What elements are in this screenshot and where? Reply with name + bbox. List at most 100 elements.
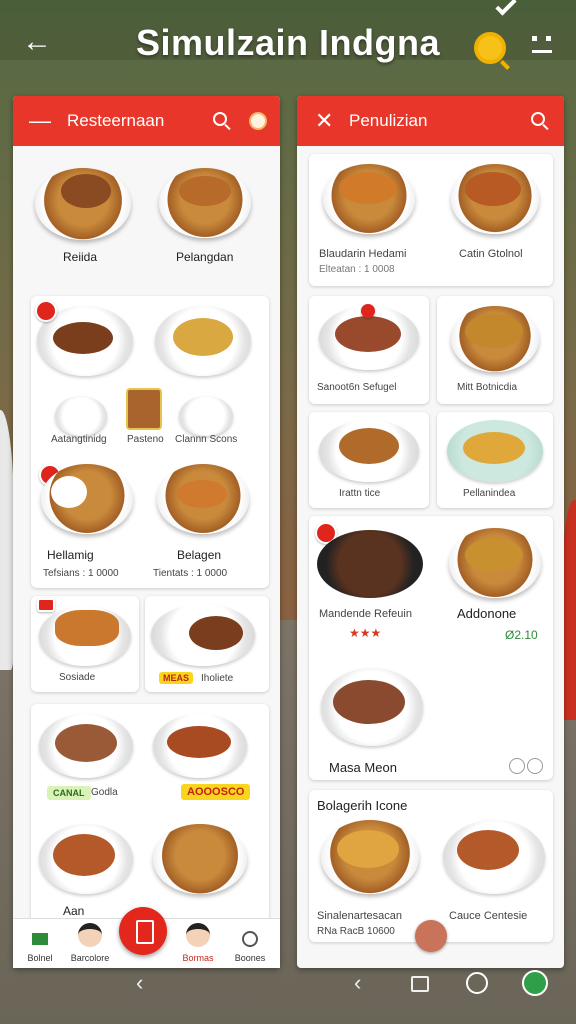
dish-name: Pelangdan (176, 250, 234, 264)
dish-image (339, 428, 399, 464)
dish-image (189, 616, 243, 650)
dish-name: Masa Meon (329, 760, 397, 775)
dish-image (465, 538, 523, 572)
dish-image (179, 396, 233, 436)
dish-name: Blaudarin Hedami (319, 248, 407, 260)
nav-more[interactable]: Boones (225, 919, 275, 969)
avatar (186, 923, 210, 947)
more-icon[interactable] (527, 758, 543, 774)
dish-card[interactable]: Sosiade (31, 596, 139, 692)
dish-image (177, 480, 227, 508)
featured-card[interactable]: Mandende Refeuin ★★★ Addonone Ø2.10 Masa… (309, 516, 553, 780)
promo-tag: AOOOSCO (181, 784, 251, 800)
avatar (78, 923, 102, 947)
dish-image (55, 610, 119, 646)
dish-image (153, 824, 247, 894)
dish-name: Aan (63, 904, 85, 918)
grid-menu-icon[interactable] (530, 36, 554, 60)
restaurant-panel-header: — Resteernaan (13, 96, 280, 146)
back-icon[interactable]: ‹ (136, 970, 143, 996)
dish-card[interactable]: Irattn tice (309, 412, 429, 508)
avatar[interactable] (249, 112, 267, 130)
menu-fab-button[interactable] (119, 907, 167, 955)
nav-home[interactable]: Bolnel (15, 919, 65, 969)
edit-float-button[interactable] (415, 920, 447, 952)
dish-image (55, 396, 107, 436)
dish-name: Irattn tice (339, 488, 381, 499)
dish-image (465, 172, 521, 206)
dish-card[interactable]: MEAS Iholiete (145, 596, 269, 692)
dish-name: Mandende Refeuin (319, 608, 412, 620)
dish-image (337, 830, 399, 868)
app-top-bar: ← Simulzain Indgna (0, 0, 576, 88)
dish-image (55, 724, 117, 762)
check-icon (495, 0, 517, 16)
dish-image (317, 530, 423, 598)
dish-name: Iholiete (201, 673, 234, 684)
search-icon[interactable] (474, 32, 506, 64)
home-icon (32, 933, 48, 945)
more-icon[interactable] (509, 758, 525, 774)
minimize-icon[interactable]: — (29, 110, 51, 132)
dish-image (465, 314, 523, 348)
search-icon[interactable] (213, 112, 227, 126)
dish-name: Mitt Botnicdia (457, 382, 518, 393)
background-figure-right (562, 500, 576, 720)
section-title: Bolagerih Icone (317, 798, 408, 813)
circle-icon (242, 931, 258, 947)
nav-chef-label: Bormas (182, 953, 214, 963)
dish-name: Clannn Scons (175, 434, 238, 445)
featured-card[interactable]: Aatangtinidg Pasteno Clannn Scons Hellam… (31, 296, 269, 588)
home-icon[interactable] (466, 972, 488, 994)
smile-icon[interactable] (522, 970, 548, 996)
search-icon[interactable] (531, 112, 545, 126)
dish-name: Hellamig (47, 548, 94, 562)
dish-image (51, 476, 87, 508)
bottom-navigation: Bolnel Barcolore Bormas Boones (13, 907, 280, 969)
list-item[interactable]: Reiida Pelangdan (13, 146, 280, 286)
nav-home-label: Bolnel (27, 953, 53, 963)
nav-profile[interactable]: Barcolore (65, 919, 115, 969)
nav-more-label: Boones (234, 953, 266, 963)
dish-image (335, 316, 401, 352)
rating-stars: ★★★ (349, 626, 382, 640)
dish-price: RNa RacB 10600 (317, 926, 395, 937)
dish-image (61, 174, 111, 208)
nav-chef[interactable]: Bormas (173, 919, 223, 969)
nav-profile-label: Barcolore (70, 953, 110, 963)
dish-card[interactable]: Blaudarin Hedami Elteatan : 1 0008 Catin… (309, 154, 553, 286)
dish-name: Godla (91, 787, 118, 798)
dish-card[interactable]: Pellanindea (437, 412, 553, 508)
dish-name: Aatangtinidg (51, 434, 107, 445)
recents-icon[interactable] (411, 976, 429, 992)
system-navigation-bar: ‹ ‹ (0, 968, 576, 1024)
dish-image (339, 172, 397, 204)
promo-badge (35, 300, 57, 322)
promo-badge (37, 598, 55, 612)
restaurant-panel-title: Resteernaan (67, 111, 165, 130)
promo-tag: MEAS (159, 672, 194, 684)
personalization-panel: ✕ Penulizian Blaudarin Hedami Elteatan :… (297, 96, 564, 968)
dish-image (53, 322, 113, 354)
back-icon[interactable]: ‹ (354, 970, 361, 996)
dish-image (126, 388, 162, 430)
dish-image (179, 176, 231, 206)
personalization-panel-header: ✕ Penulizian (297, 96, 564, 146)
dish-image (167, 726, 231, 758)
dish-image (463, 432, 525, 464)
dish-price: Tientats : 1 0000 (153, 568, 228, 579)
dish-image (53, 834, 115, 876)
dish-name: Sanoot6n Sefugel (317, 382, 397, 393)
close-icon[interactable]: ✕ (315, 110, 335, 132)
dish-name: Reiida (63, 250, 98, 264)
dish-image (457, 830, 519, 870)
dish-name: Pellanindea (463, 488, 516, 499)
dish-price: Elteatan : 1 0008 (319, 264, 395, 275)
promo-tag: CANAL (47, 786, 91, 800)
dish-name: Belagen (177, 548, 222, 562)
dish-card[interactable]: Mitt Botnicdia (437, 296, 553, 404)
dish-name: Catin Gtolnol (459, 248, 523, 260)
dish-card[interactable]: Sanoot6n Sefugel (309, 296, 429, 404)
dish-name: Addonone (457, 606, 517, 621)
dish-name: Pasteno (127, 434, 164, 445)
